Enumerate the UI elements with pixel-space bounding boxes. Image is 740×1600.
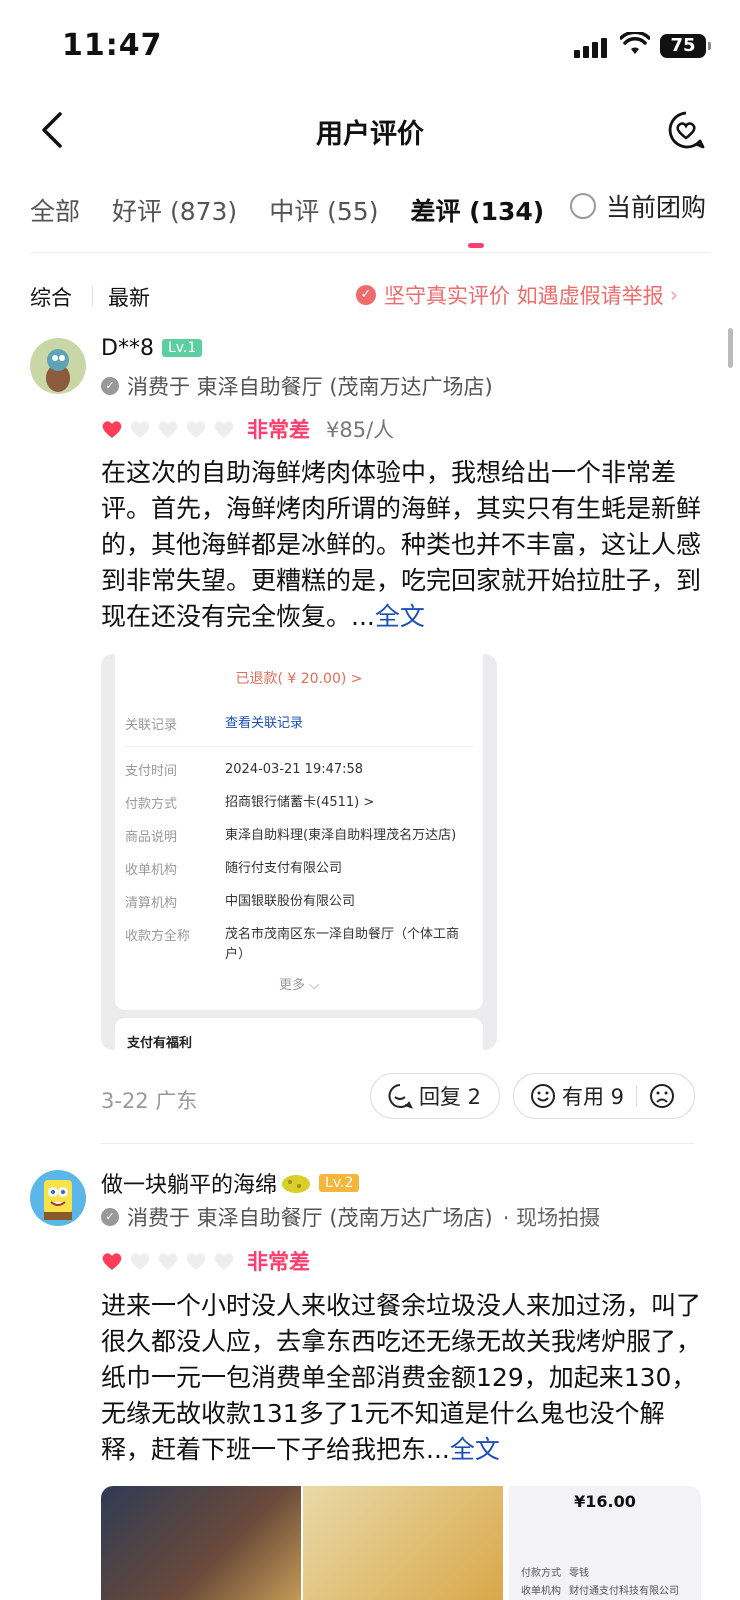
receipt-key: 商品说明 xyxy=(125,830,178,845)
verified-badge-icon: ✓ xyxy=(356,285,376,305)
sort-comprehensive[interactable]: 综合 xyxy=(30,282,72,312)
sort-latest[interactable]: 最新 xyxy=(108,282,150,312)
chevron-right-icon: › xyxy=(669,283,679,307)
rating-tabs: 全部 好评 (873) 中评 (55) 差评 (134) xyxy=(30,180,576,248)
review-photo[interactable]: ¥16.00 付款方式 零钱 收单机构 财付通支付科技有限公司 xyxy=(509,1486,701,1600)
battery-indicator: 75 xyxy=(660,34,711,58)
level-badge: Lv.1 xyxy=(161,339,203,357)
receipt-benefit: 支付有福利 xyxy=(115,1018,483,1050)
receipt-more: 更多 ⌵ xyxy=(279,978,319,993)
rating-row: 非常差 ¥85/人 xyxy=(101,414,394,444)
review-photo[interactable] xyxy=(101,1486,301,1600)
rating-text: 非常差 xyxy=(247,418,310,442)
review-text[interactable]: 进来一个小时没人来收过餐余垃圾没人来加过汤，叫了很久都没人应，去拿东西吃还无缘无… xyxy=(101,1288,701,1468)
receipt-value: 随行付支付有限公司 xyxy=(225,861,343,876)
photo-tag: · 现场拍摄 xyxy=(502,1206,601,1230)
signal-icon xyxy=(574,36,608,58)
reviewer-name-text: 做一块躺平的海绵 xyxy=(101,1173,278,1198)
reply-label: 回复 2 xyxy=(419,1085,482,1109)
thumb-key: 收单机构 xyxy=(521,1586,561,1597)
wifi-icon xyxy=(620,32,650,54)
review-photo[interactable]: 已退款( ¥ 20.00) > 关联记录 查看关联记录 支付时间 2024-03-2… xyxy=(101,654,497,1050)
current-group-label: 当前团购 xyxy=(606,193,707,222)
heart-empty-icon xyxy=(214,421,234,438)
heart-empty-icon xyxy=(158,421,178,438)
consumed-at-text: 消费于 東泽自助餐厅 (茂南万达广场店) xyxy=(127,375,493,399)
avatar[interactable] xyxy=(30,1170,86,1226)
receipt-value: 查看关联记录 xyxy=(225,716,304,731)
notice-text: 坚守真实评价 如遇虚假请举报 xyxy=(384,284,664,308)
tab-positive[interactable]: 好评 (873) xyxy=(112,192,237,228)
refund-amount: 已退款( ¥ 20.00) > xyxy=(235,671,363,687)
sponge-emoji-icon xyxy=(282,1175,311,1193)
price-per-person: ¥85/人 xyxy=(326,418,395,442)
thumb-value: 零钱 xyxy=(569,1568,589,1579)
thumb-value: 财付通支付科技有限公司 xyxy=(569,1586,679,1597)
heart-empty-icon xyxy=(214,1253,234,1270)
page-title: 用户评价 xyxy=(316,119,424,150)
receipt-value: 東泽自助料理(東泽自助料理茂名万达店) xyxy=(225,828,457,843)
consumed-at-text: 消费于 東泽自助餐厅 (茂南万达广场店) xyxy=(127,1206,493,1230)
pill-divider xyxy=(636,1085,638,1107)
review-photo[interactable] xyxy=(303,1486,503,1600)
tab-all[interactable]: 全部 xyxy=(30,192,80,228)
receipt-value: 招商银行储蓄卡(4511) > xyxy=(225,795,375,810)
tab-negative[interactable]: 差评 (134) xyxy=(410,192,544,248)
receipt-value: 2024-03-21 19:47:58 xyxy=(225,762,364,777)
receipt-key: 清算机构 xyxy=(125,896,178,911)
useful-button[interactable]: 有用 9 xyxy=(513,1073,695,1119)
full-text-link[interactable]: 全文 xyxy=(375,602,425,631)
heart-empty-icon xyxy=(158,1253,178,1270)
sad-face-icon[interactable] xyxy=(649,1083,675,1109)
consumed-at[interactable]: ✓ 消费于 東泽自助餐厅 (茂南万达广场店) xyxy=(101,371,493,401)
reviewer-name-text: D**8 xyxy=(101,336,154,361)
full-text-link[interactable]: 全文 xyxy=(450,1435,500,1464)
rating-text: 非常差 xyxy=(247,1250,310,1274)
receipt-value: 茂名市茂南区东一泽自助餐厅（个体工商户） xyxy=(225,927,460,962)
heart-filled-icon xyxy=(102,421,122,438)
heart-empty-icon xyxy=(186,421,206,438)
consumed-at[interactable]: ✓ 消费于 東泽自助餐厅 (茂南万达广场店) · 现场拍摄 xyxy=(101,1202,600,1232)
reviewer-name[interactable]: 做一块躺平的海绵 Lv.2 xyxy=(101,1167,360,1199)
thumb-key: 付款方式 xyxy=(521,1568,561,1579)
scrollbar[interactable] xyxy=(728,328,733,368)
review-photos[interactable]: ¥16.00 付款方式 零钱 收单机构 财付通支付科技有限公司 xyxy=(101,1486,701,1600)
level-badge: Lv.2 xyxy=(319,1174,360,1192)
tab-neutral[interactable]: 中评 (55) xyxy=(269,192,378,228)
receipt-key: 付款方式 xyxy=(125,797,178,812)
heart-chat-icon[interactable] xyxy=(666,110,706,150)
receipt-key: 收单机构 xyxy=(125,863,178,878)
receipt-key: 收款方全称 xyxy=(125,929,191,944)
reviewer-name[interactable]: D**8 Lv.1 xyxy=(101,336,203,361)
reply-button[interactable]: 回复 2 xyxy=(370,1073,500,1119)
heart-filled-icon xyxy=(102,1253,122,1270)
check-icon: ✓ xyxy=(101,1208,119,1226)
check-icon: ✓ xyxy=(101,377,119,395)
useful-label: 有用 9 xyxy=(562,1085,625,1109)
sort-separator xyxy=(92,286,93,306)
receipt-card: 已退款( ¥ 20.00) > 关联记录 查看关联记录 支付时间 2024-03-2… xyxy=(115,654,483,1010)
heart-empty-icon xyxy=(130,1253,150,1270)
rating-row: 非常差 xyxy=(101,1246,310,1276)
status-time: 11:47 xyxy=(62,28,163,63)
smile-icon xyxy=(531,1084,555,1108)
divider xyxy=(101,1143,694,1144)
current-group-filter[interactable]: 当前团购 xyxy=(570,188,706,224)
radio-icon[interactable] xyxy=(570,193,596,219)
receipt-key: 支付时间 xyxy=(125,764,178,779)
receipt-value: 中国银联股份有限公司 xyxy=(225,894,356,909)
report-notice[interactable]: ✓ 坚守真实评价 如遇虚假请举报 › xyxy=(356,280,678,310)
avatar[interactable] xyxy=(30,338,86,394)
thumb-amount: ¥16.00 xyxy=(574,1492,636,1511)
heart-empty-icon xyxy=(186,1253,206,1270)
review-text[interactable]: 在这次的自助海鲜烤肉体验中，我想给出一个非常差评。首先，海鲜烤肉所谓的海鲜，其实… xyxy=(101,455,701,635)
comment-icon xyxy=(388,1084,413,1109)
review-date-location: 3-22 广东 xyxy=(101,1089,198,1113)
heart-empty-icon xyxy=(130,421,150,438)
receipt-key: 关联记录 xyxy=(125,718,178,733)
divider xyxy=(30,252,710,253)
review-text-content: 进来一个小时没人来收过餐余垃圾没人来加过汤，叫了很久都没人应，去拿东西吃还无缘无… xyxy=(101,1291,702,1464)
